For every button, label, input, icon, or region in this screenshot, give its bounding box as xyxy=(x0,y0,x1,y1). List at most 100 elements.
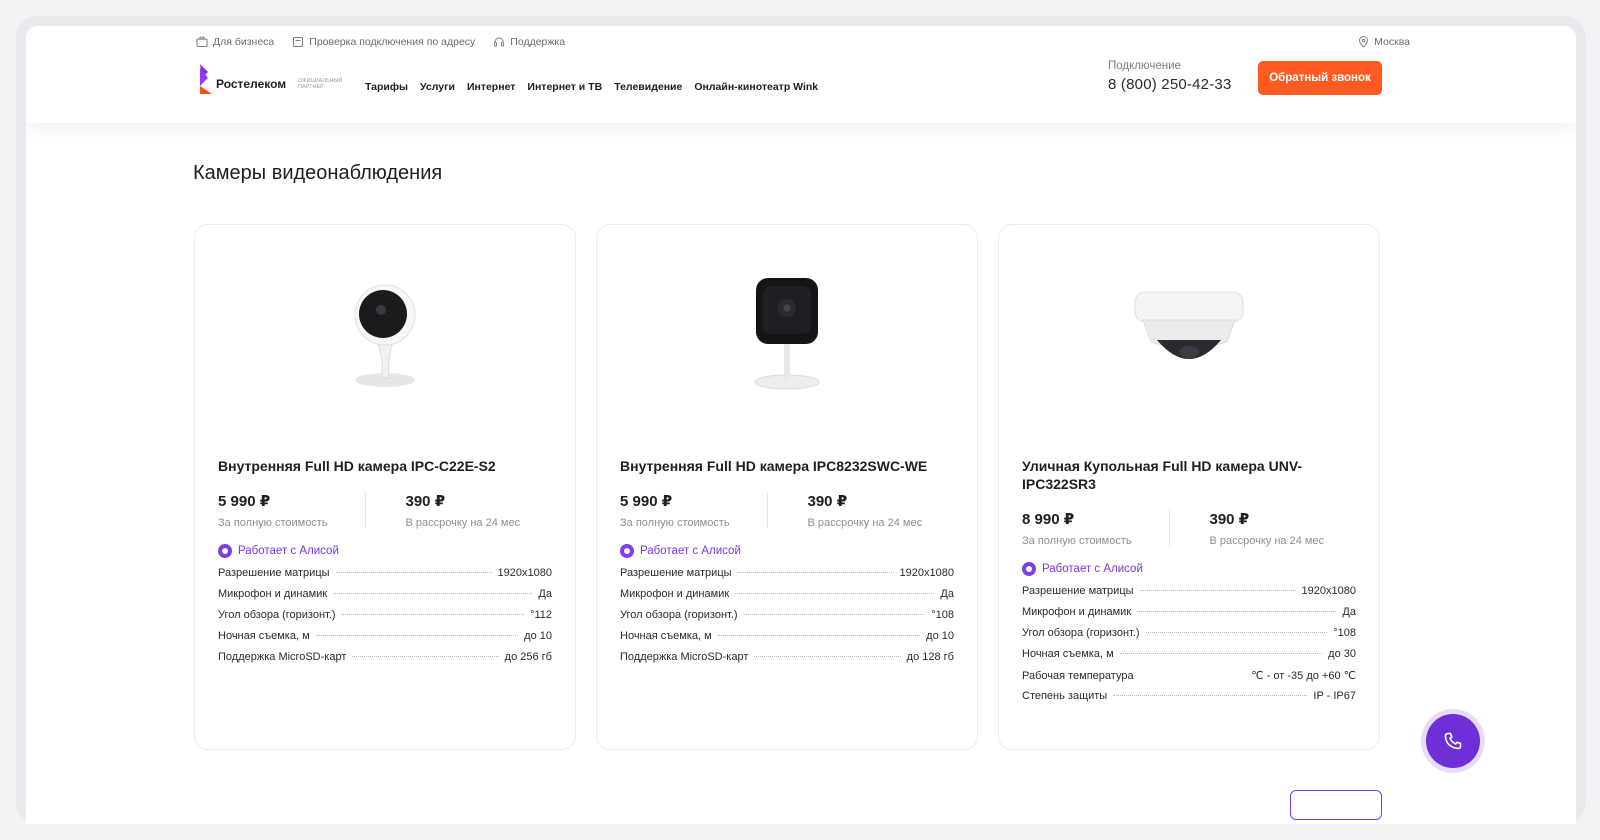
alice-badge: Работает с Алисой xyxy=(218,544,552,558)
support-label: Поддержка xyxy=(510,36,566,48)
product-image xyxy=(620,225,954,445)
spec-value: Да xyxy=(1342,606,1356,618)
city-selector[interactable]: Москва xyxy=(1358,36,1410,48)
logo-name: Ростелеком xyxy=(216,76,287,91)
contact-label: Подключение xyxy=(1108,60,1181,72)
spec-label: Степень защиты xyxy=(1022,690,1108,702)
briefcase-icon xyxy=(196,36,208,47)
product-title[interactable]: Внутренняя Full HD камера IPC8232SWC-WE xyxy=(620,457,954,475)
spec-row: Микрофон и динамик Да xyxy=(1022,606,1356,627)
spec-label: Ночная съемка, м xyxy=(1022,648,1114,660)
page-viewport: Для бизнеса Проверка подключения по адре… xyxy=(26,26,1576,824)
product-image xyxy=(1022,225,1356,445)
alice-badge: Работает с Алисой xyxy=(620,544,954,558)
prices: 5 990 ₽ За полную стоимость 390 ₽ В расс… xyxy=(620,492,954,529)
price-full: 5 990 ₽ xyxy=(620,493,673,510)
spec-label: Разрешение матрицы xyxy=(1022,585,1134,597)
alice-icon xyxy=(1022,562,1036,576)
spec-label: Разрешение матрицы xyxy=(218,567,330,579)
check-address-label: Проверка подключения по адресу xyxy=(309,36,476,48)
product-card[interactable]: Внутренняя Full HD камера IPC-C22E-S2 5 … xyxy=(194,224,576,750)
spec-label: Угол обзора (горизонт.) xyxy=(218,609,336,621)
alice-badge: Работает с Алисой xyxy=(1022,562,1356,576)
spec-row: Ночная съемка, м до 10 xyxy=(218,630,552,651)
spec-value: Да xyxy=(940,588,954,600)
check-address-link[interactable]: Проверка подключения по адресу xyxy=(292,36,475,48)
camera-image-icon xyxy=(754,278,820,390)
nav-item-wink[interactable]: Онлайн-кинотеатр Wink xyxy=(694,81,818,93)
spec-value: °108 xyxy=(931,609,954,621)
prices: 8 990 ₽ За полную стоимость 390 ₽ В расс… xyxy=(1022,510,1356,547)
spec-row: Поддержка MicroSD-карт до 256 гб xyxy=(218,651,552,672)
spec-value: до 30 xyxy=(1328,648,1356,660)
headset-icon xyxy=(494,37,505,47)
spec-row: Ночная съемка, м до 30 xyxy=(1022,648,1356,669)
product-card[interactable]: Внутренняя Full HD камера IPC8232SWC-WE … xyxy=(596,224,978,750)
section-title: Камеры видеонаблюдения xyxy=(193,162,443,184)
nav-item-television[interactable]: Телевидение xyxy=(614,81,682,93)
business-link-label: Для бизнеса xyxy=(213,36,275,48)
camera-image-icon xyxy=(354,284,416,387)
spec-row: Угол обзора (горизонт.) °108 xyxy=(1022,627,1356,648)
spec-label: Поддержка MicroSD-карт xyxy=(620,651,749,663)
alice-label: Работает с Алисой xyxy=(640,545,741,557)
document-icon xyxy=(293,37,304,47)
nav-item-tariffs[interactable]: Тарифы xyxy=(365,81,408,93)
spec-label: Микрофон и динамик xyxy=(620,588,730,600)
spec-value: до 10 xyxy=(524,630,552,642)
spec-row: Ночная съемка, м до 10 xyxy=(620,630,954,651)
alice-label: Работает с Алисой xyxy=(1042,563,1143,575)
price-full: 8 990 ₽ xyxy=(1022,511,1075,528)
spec-row: Разрешение матрицы 1920x1080 xyxy=(1022,585,1356,606)
spec-row: Угол обзора (горизонт.) °112 xyxy=(218,609,552,630)
price-installment: 390 ₽ xyxy=(405,493,446,510)
spec-value: IP - IP67 xyxy=(1313,690,1356,702)
contact-block: Подключение 8 (800) 250-42-33 xyxy=(1108,60,1231,93)
spec-label: Микрофон и динамик xyxy=(218,588,328,600)
spec-label: Ночная съемка, м xyxy=(218,630,310,642)
callback-button[interactable]: Обратный звонок xyxy=(1258,61,1382,95)
spec-list: Разрешение матрицы 1920x1080 Микрофон и д… xyxy=(620,567,954,672)
topbar: Для бизнеса Проверка подключения по адре… xyxy=(196,36,565,48)
spec-value: °108 xyxy=(1333,627,1356,639)
phone-icon xyxy=(1444,732,1462,750)
location-pin-icon xyxy=(1359,36,1369,48)
spec-value: 1920x1080 xyxy=(1301,585,1356,597)
price-installment: 390 ₽ xyxy=(1209,511,1250,528)
price-full-note: За полную стоимость xyxy=(1022,535,1132,547)
dome-camera-image-icon xyxy=(1134,291,1244,359)
show-more-button[interactable] xyxy=(1290,790,1382,820)
spec-value: 1920x1080 xyxy=(497,567,552,579)
spec-list: Разрешение матрицы 1920x1080 Микрофон и д… xyxy=(1022,585,1356,711)
alice-label: Работает с Алисой xyxy=(238,545,339,557)
spec-row: Разрешение матрицы 1920x1080 xyxy=(218,567,552,588)
support-link[interactable]: Поддержка xyxy=(493,36,565,48)
business-link[interactable]: Для бизнеса xyxy=(196,36,274,48)
spec-row: Поддержка MicroSD-карт до 128 гб xyxy=(620,651,954,672)
spec-value: до 256 гб xyxy=(504,651,552,663)
product-title[interactable]: Уличная Купольная Full HD камера UNV-IPC… xyxy=(1022,457,1356,493)
spec-value: °112 xyxy=(530,609,552,621)
spec-label: Угол обзора (горизонт.) xyxy=(620,609,738,621)
nav-item-services[interactable]: Услуги xyxy=(420,81,455,93)
product-card[interactable]: Уличная Купольная Full HD камера UNV-IPC… xyxy=(998,224,1380,750)
spec-row: Микрофон и динамик Да xyxy=(620,588,954,609)
alice-icon xyxy=(218,544,232,558)
spec-label: Рабочая температура xyxy=(1022,670,1134,682)
spec-value: до 10 xyxy=(926,630,954,642)
spec-label: Разрешение матрицы xyxy=(620,567,732,579)
price-full-note: За полную стоимость xyxy=(620,517,730,529)
site-header: Для бизнеса Проверка подключения по адре… xyxy=(26,26,1576,123)
price-installment-note: В рассрочку на 24 мес xyxy=(1209,535,1325,547)
spec-value: до 128 гб xyxy=(906,651,954,663)
call-fab-button[interactable] xyxy=(1426,714,1480,768)
alice-icon xyxy=(620,544,634,558)
product-cards: Внутренняя Full HD камера IPC-C22E-S2 5 … xyxy=(194,224,1380,750)
spec-label: Поддержка MicroSD-карт xyxy=(218,651,347,663)
logo[interactable]: Ростелеком официальный партнер xyxy=(198,64,352,94)
nav-item-internet-tv[interactable]: Интернет и ТВ xyxy=(527,81,602,93)
product-title[interactable]: Внутренняя Full HD камера IPC-C22E-S2 xyxy=(218,457,552,475)
contact-phone[interactable]: 8 (800) 250-42-33 xyxy=(1108,76,1231,93)
nav-item-internet[interactable]: Интернет xyxy=(467,81,515,93)
spec-row: Степень защиты IP - IP67 xyxy=(1022,690,1356,711)
